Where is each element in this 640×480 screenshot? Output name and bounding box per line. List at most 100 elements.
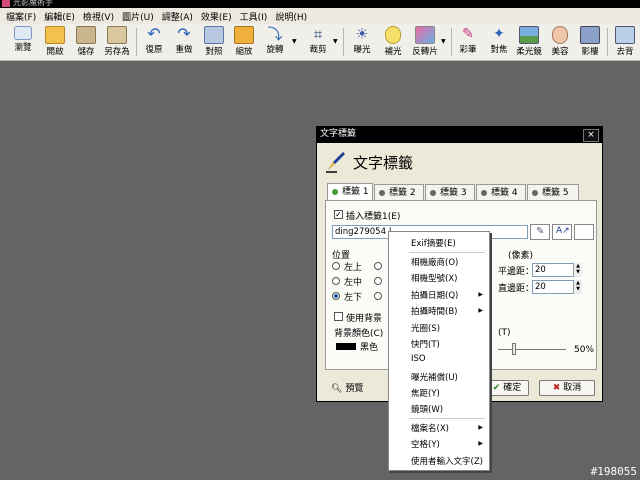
crop-button[interactable]: ⌗ 裁剪 (303, 26, 333, 58)
main-toolbar: 瀏覽 開啟 儲存 另存為 ↶ 復原 ↷ 重做 對照 縮放 ⤵ 旋轉 ▼ ⌗ 裁剪… (0, 24, 640, 61)
tab-label-1[interactable]: 標籤 1 (327, 183, 373, 201)
menu-item-shutter[interactable]: 快門(T) (411, 338, 440, 350)
menu-view[interactable]: 檢視(V) (83, 10, 114, 23)
pencil-icon: ✎ (536, 226, 545, 237)
opacity-slider-thumb[interactable] (512, 343, 516, 355)
preview-button[interactable]: 🔍︎ 預覽 (331, 381, 363, 394)
menu-item-camera-model[interactable]: 相機型號(X) (411, 272, 457, 284)
menu-help[interactable]: 說明(H) (275, 10, 307, 23)
pen-icon (326, 152, 345, 173)
ok-button[interactable]: ✔ 確定 (485, 380, 529, 396)
menu-item-iso[interactable]: ISO (411, 354, 426, 364)
save-as-button[interactable]: 另存為 (102, 26, 132, 58)
rotate-button[interactable]: ⤵ 旋轉 (260, 26, 290, 58)
menu-image[interactable]: 圖片(U) (122, 10, 154, 23)
rotate-dropdown-icon[interactable]: ▼ (292, 38, 297, 45)
menu-item-lens[interactable]: 鏡頭(W) (411, 403, 443, 415)
watermark-text: #198055 (590, 465, 637, 478)
v-margin-spinner[interactable]: ▲ ▼ (573, 280, 582, 294)
v-margin-label: 直邊距： (498, 284, 535, 294)
menu-item-space[interactable]: 空格(Y) (411, 438, 440, 450)
submenu-arrow-icon: ▶ (478, 424, 483, 431)
menu-item-user-text[interactable]: 使用者輸入文字(Z) (411, 455, 483, 467)
insert-label-checkbox[interactable]: ✓ (334, 210, 343, 219)
menu-file[interactable]: 檔案(F) (6, 10, 36, 23)
magic-brush-icon (615, 26, 635, 44)
h-margin-label: 平邊距： (498, 267, 535, 277)
menu-item-filename[interactable]: 檔案名(X) (411, 422, 449, 434)
submenu-arrow-icon: ▶ (478, 440, 483, 447)
app-icon (2, 0, 10, 7)
use-background-checkbox[interactable] (334, 312, 343, 321)
redo-arrow-icon: ↷ (177, 24, 191, 43)
label-top-left: 左上 (344, 263, 363, 273)
film-icon (415, 26, 435, 44)
remove-bg-button[interactable]: 去背 (610, 26, 640, 58)
focus-icon: ✦ (493, 26, 505, 42)
dialog-title: 文字標籤 (320, 129, 357, 139)
menu-item-camera-maker[interactable]: 相機廠商(O) (411, 256, 458, 268)
menu-item-exposure-comp[interactable]: 曝光補償(U) (411, 371, 458, 383)
app-title: 光影魔術手 (13, 0, 53, 7)
reverse-dropdown-icon[interactable]: ▼ (441, 38, 446, 45)
rotate-icon: ⤵ (267, 25, 283, 43)
radio-bottom-center[interactable] (374, 292, 382, 300)
radio-top-center[interactable] (374, 262, 382, 270)
tab-label-5[interactable]: 標籤 5 (527, 184, 579, 200)
bg-color-swatch[interactable] (336, 343, 356, 350)
studio-button[interactable]: 影樓 (575, 26, 605, 58)
app-title-bar: 光影魔術手 (0, 0, 640, 8)
submenu-arrow-icon: ▶ (478, 307, 483, 314)
bg-color-value: 黑色 (360, 343, 379, 353)
dialog-title-bar: 文字標籤 × (317, 127, 602, 143)
font-icon: A↗ (556, 226, 570, 236)
cancel-button[interactable]: ✖ 取消 (539, 380, 595, 396)
bulb-icon (385, 26, 401, 44)
save-as-icon (107, 26, 127, 44)
menu-tools[interactable]: 工具(I) (240, 10, 268, 23)
undo-arrow-icon: ↶ (147, 24, 161, 43)
insert-label-text: 插入標籤1(E) (346, 212, 401, 222)
landscape-icon (519, 26, 539, 44)
tab-label-3[interactable]: 標籤 3 (425, 184, 475, 200)
insert-field-context-menu: Exif摘要(E) 相機廠商(O) 相機型號(X) 拍攝日期(Q) ▶ 拍攝時間… (388, 231, 490, 471)
menu-adjust[interactable]: 調整(A) (162, 10, 193, 23)
text-tool-button[interactable]: ✎ (530, 224, 550, 240)
face-icon (552, 26, 568, 44)
bg-color-label: 背景顏色(C) (334, 329, 384, 339)
menu-item-shot-time[interactable]: 拍攝時間(B) (411, 305, 457, 317)
sun-icon: ☀ (355, 25, 369, 43)
opacity-slider-track[interactable] (498, 349, 566, 350)
radio-mid-left[interactable] (332, 277, 340, 285)
margin-unit-label: (像素) (508, 251, 534, 261)
close-icon[interactable]: × (583, 129, 599, 142)
tab-label-2[interactable]: 標籤 2 (374, 184, 424, 200)
menu-edit[interactable]: 編輯(E) (44, 10, 75, 23)
compare-icon (204, 26, 224, 44)
radio-top-left[interactable] (332, 262, 340, 270)
magnifier-icon: 🔍︎ (331, 384, 343, 394)
menu-effects[interactable]: 效果(E) (201, 10, 232, 23)
eye-icon (14, 26, 32, 40)
opacity-value: 50% (574, 345, 595, 355)
color-wand-icon: ✎ (462, 26, 474, 42)
menu-item-aperture[interactable]: 光圈(S) (411, 322, 440, 334)
submenu-arrow-icon: ▶ (478, 291, 483, 298)
menu-item-shot-date[interactable]: 拍攝日期(Q) (411, 289, 458, 301)
use-background-label: 使用背景 (346, 314, 383, 324)
radio-bottom-left[interactable] (332, 292, 340, 300)
tab-label-4[interactable]: 標籤 4 (476, 184, 526, 200)
dialog-heading: 文字標籤 (353, 154, 414, 172)
check-icon: ✔ (492, 383, 501, 393)
menu-separator (409, 252, 485, 253)
reverse-film-button[interactable]: 反轉片 (410, 26, 440, 58)
menu-item-focal-length[interactable]: 焦距(Y) (411, 387, 440, 399)
color-button[interactable] (574, 224, 594, 240)
menu-item-exif-summary[interactable]: Exif摘要(E) (411, 237, 456, 249)
h-margin-spinner[interactable]: ▲ ▼ (573, 263, 582, 277)
crop-dropdown-icon[interactable]: ▼ (333, 38, 338, 45)
disk-icon (76, 26, 96, 44)
font-button[interactable]: A↗ (552, 224, 572, 240)
label-bottom-left: 左下 (344, 293, 363, 303)
radio-mid-center[interactable] (374, 277, 382, 285)
